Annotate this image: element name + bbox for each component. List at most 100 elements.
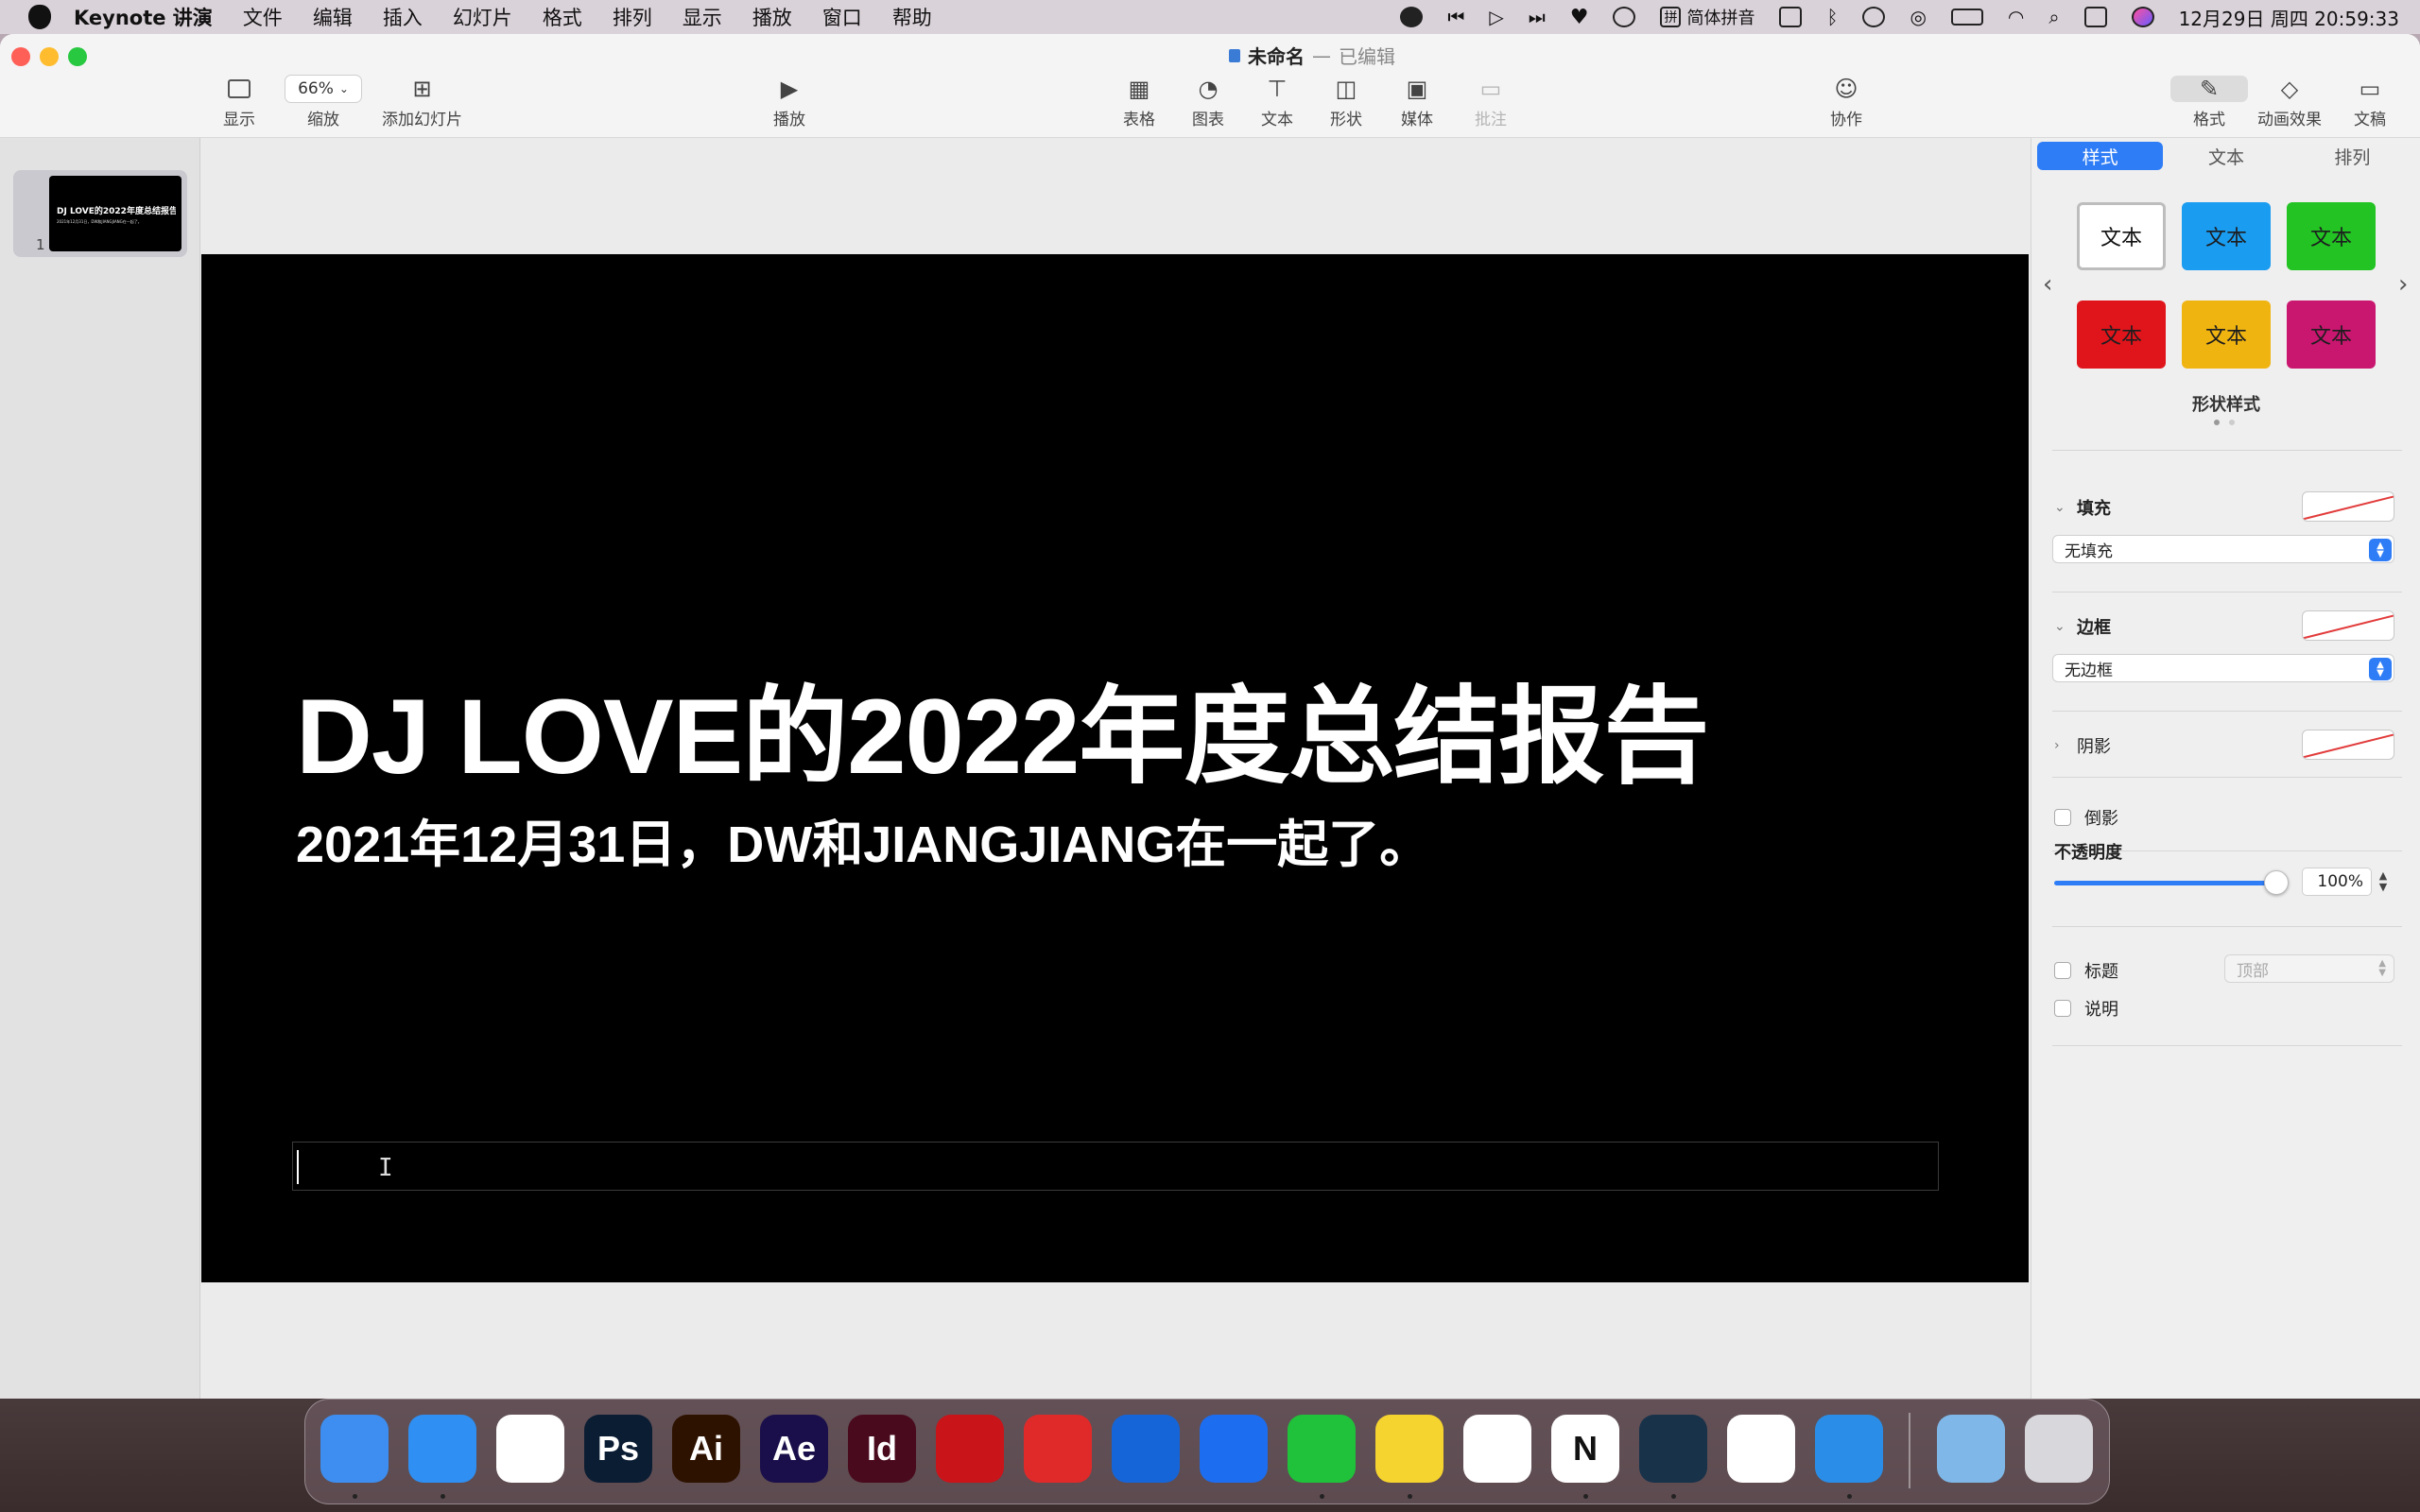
search-icon[interactable]: ⌕ [2048,6,2059,28]
comment-button[interactable]: ▭ 批注 [1475,76,1507,129]
chart-button[interactable]: ◔ 图表 [1192,76,1224,129]
dock-app-browser[interactable] [1112,1415,1180,1483]
siri-icon[interactable] [2131,7,2154,27]
menu-arrange[interactable]: 排列 [613,3,652,31]
menu-window[interactable]: 窗口 [822,3,862,31]
menu-app-name[interactable]: Keynote 讲演 [74,3,213,31]
shape-style-white[interactable]: 文本 [2077,202,2166,270]
slide-subtitle[interactable]: 2021年12月31日，DW和JIANGJIANG在一起了。 [296,802,1430,877]
play-button[interactable]: ▶ 播放 [773,76,805,129]
zoom-control[interactable]: 66% ⌄ 缩放 [285,75,362,129]
dock-app-illustrator[interactable]: Ai [672,1415,740,1483]
globe-icon[interactable] [1613,7,1636,27]
shape-style-green[interactable]: 文本 [2287,202,2376,270]
shape-style-yellow[interactable]: 文本 [2182,301,2271,369]
menu-insert[interactable]: 插入 [383,3,423,31]
dock-app-baidu-netdisk[interactable] [1463,1415,1531,1483]
dock-app-qq[interactable] [1727,1415,1795,1483]
wechat-status-icon[interactable]: ◎ [1910,6,1926,28]
opacity-input[interactable]: 100% [2302,868,2372,896]
menu-view[interactable]: 显示 [683,3,722,31]
media-play-icon[interactable] [1862,7,1886,27]
animate-button[interactable]: ◇ 动画效果 [2257,76,2322,129]
slide[interactable]: DJ LOVE的2022年度总结报告 2021年12月31日，DW和JIANGJ… [201,254,2029,1282]
border-section-toggle[interactable]: ⌄ 边框 [2054,614,2111,639]
dock-app-trash[interactable] [2025,1415,2093,1483]
clock[interactable]: 12月29日 周四 20:59:33 [2179,4,2399,31]
fill-section-toggle[interactable]: ⌄ 填充 [2054,495,2111,520]
menu-play[interactable]: 播放 [752,3,792,31]
opacity-slider-knob[interactable] [2264,870,2289,895]
minimize-window-button[interactable] [40,47,59,66]
opacity-stepper[interactable]: ▲ ▼ [2376,868,2391,896]
apple-icon[interactable] [28,5,51,29]
play-track-icon[interactable]: ▷ [1489,6,1503,28]
add-slide-button[interactable]: ⊞ 添加幻灯片 [382,76,462,129]
shape-style-red[interactable]: 文本 [2077,301,2166,369]
page-dots[interactable] [2214,420,2235,425]
shape-style-blue[interactable]: 文本 [2182,202,2271,270]
dock-app-cinema4d[interactable] [1639,1415,1707,1483]
shadow-color-well[interactable] [2302,730,2394,760]
menu-file[interactable]: 文件 [243,3,283,31]
battery-icon[interactable] [1950,9,1983,26]
slide-title[interactable]: DJ LOVE的2022年度总结报告 [296,651,1709,804]
tab-arrange[interactable]: 排列 [2290,142,2415,170]
fill-type-select[interactable]: 无填充 ▲ ▼ [2052,535,2394,563]
dock-app-lark[interactable] [1200,1415,1268,1483]
slide-thumbnail-selected[interactable]: DJ LOVE的2022年度总结报告 2021年12月31日，DW和JIANGJ… [13,170,187,257]
menu-format[interactable]: 格式 [543,3,582,31]
shadow-section-toggle[interactable]: › 阴影 [2054,733,2111,758]
bluetooth-icon[interactable]: ᛒ [1826,6,1838,28]
zoom-select[interactable]: 66% ⌄ [285,75,362,103]
heart-icon[interactable]: ♥ [1570,6,1589,29]
dock-app-photoshop[interactable]: Ps [584,1415,652,1483]
shape-button[interactable]: ◫ 形状 [1330,76,1362,129]
text-button[interactable]: ⊤ 文本 [1261,76,1293,129]
empty-text-box[interactable]: I [292,1142,1939,1191]
caption-description-checkbox[interactable]: 说明 [2054,996,2118,1021]
dock-app-after-effects[interactable]: Ae [760,1415,828,1483]
format-button[interactable]: ✎ 格式 [2170,76,2248,129]
fill-color-well[interactable] [2302,491,2394,522]
dock-app-finder[interactable] [320,1415,389,1483]
menu-edit[interactable]: 编辑 [313,3,353,31]
dock-app-qq-music[interactable] [1375,1415,1443,1483]
display-icon[interactable] [1779,7,1803,27]
input-method-menu[interactable]: 拼 简体拼音 [1660,5,1754,29]
menu-help[interactable]: 帮助 [892,3,932,31]
next-styles-icon[interactable]: › [2398,270,2408,299]
border-color-well[interactable] [2302,610,2394,641]
caption-title-checkbox[interactable]: 标题 [2054,958,2118,983]
dock-app-netease-music[interactable] [1024,1415,1092,1483]
close-window-button[interactable] [11,47,30,66]
dock-app-wechat[interactable] [1288,1415,1356,1483]
reflection-checkbox[interactable]: 倒影 [2054,805,2118,830]
dock-app-acrobat[interactable] [936,1415,1004,1483]
record-stop-icon[interactable] [1400,7,1424,27]
dock-app-chrome[interactable] [496,1415,564,1483]
shape-style-magenta[interactable]: 文本 [2287,301,2376,369]
table-button[interactable]: ▦ 表格 [1123,76,1155,129]
document-button[interactable]: ▭ 文稿 [2354,76,2386,129]
menu-slide[interactable]: 幻灯片 [453,3,512,31]
tab-style[interactable]: 样式 [2037,142,2164,170]
tab-text[interactable]: 文本 [2163,142,2289,170]
slide-thumbnail[interactable]: DJ LOVE的2022年度总结报告 2021年12月31日，DW和JIANGJ… [49,176,182,251]
dock-app-notion[interactable]: N [1551,1415,1619,1483]
dock-app-downloads-folder[interactable] [1937,1415,2005,1483]
collaborate-button[interactable]: ☺ 协作 [1830,76,1862,129]
media-button[interactable]: ▣ 媒体 [1401,76,1433,129]
next-track-icon[interactable]: ⏭ [1529,6,1546,28]
dock-app-indesign[interactable]: Id [848,1415,916,1483]
dock-app-keynote[interactable] [1815,1415,1883,1483]
opacity-slider-track[interactable] [2054,881,2272,885]
dock-app-safari[interactable] [408,1415,476,1483]
border-type-select[interactable]: 无边框 ▲ ▼ [2052,654,2394,682]
wifi-icon[interactable]: ◠ [2008,6,2024,28]
view-button[interactable]: 显示 [223,76,255,129]
title-position-select[interactable]: 顶部 ▲ ▼ [2224,954,2394,983]
previous-styles-icon[interactable]: ‹ [2043,270,2052,299]
previous-track-icon[interactable]: ⏮ [1447,6,1464,28]
control-center-icon[interactable] [2083,7,2107,27]
